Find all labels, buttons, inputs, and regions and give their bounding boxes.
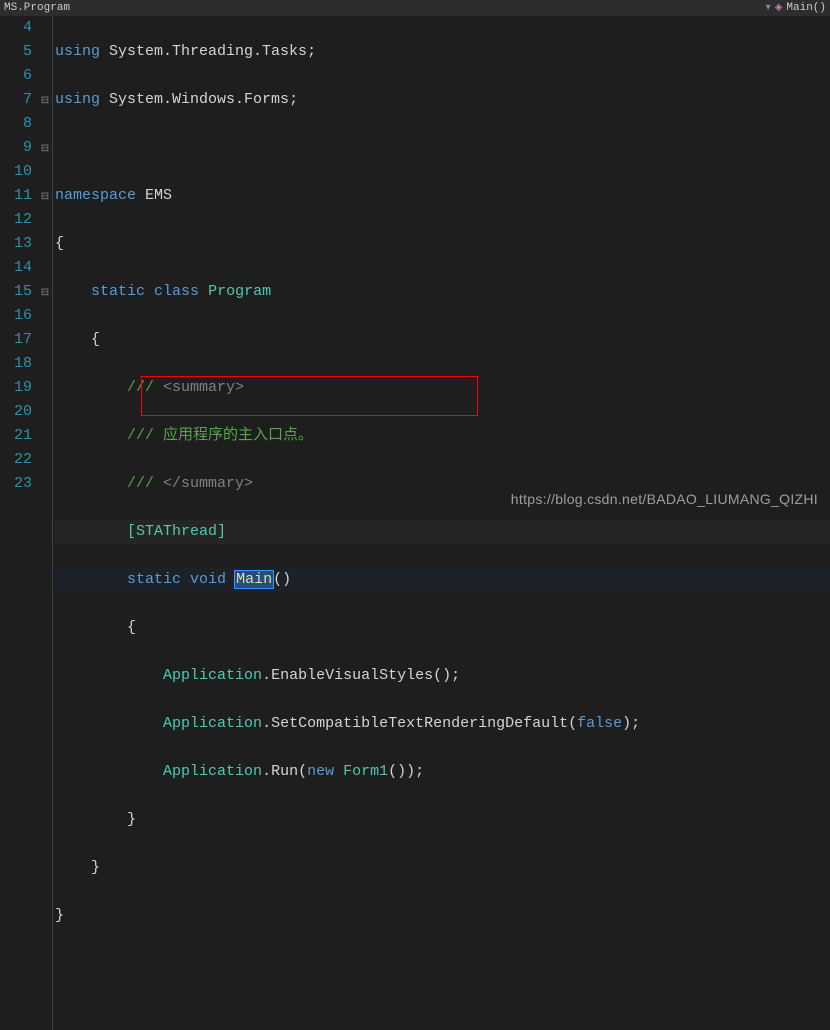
line-number: 13	[0, 232, 32, 256]
code-editor[interactable]: 4567891011121314151617181920212223 using…	[0, 16, 830, 1030]
line-number: 15	[0, 280, 32, 304]
line-number: 20	[0, 400, 32, 424]
line-number: 6	[0, 64, 32, 88]
breadcrumb-left[interactable]: MS.Program	[4, 2, 766, 14]
code-line: Application.EnableVisualStyles();	[55, 664, 830, 688]
line-number: 11	[0, 184, 32, 208]
breadcrumb-namespace: MS.Program	[4, 2, 70, 14]
code-area[interactable]: using System.Threading.Tasks; using Syst…	[52, 16, 830, 1030]
code-line: {	[55, 616, 830, 640]
code-line: /// <summary>	[55, 376, 830, 400]
method-icon: ◈	[775, 2, 783, 14]
breadcrumb-right[interactable]: ▾ ◈ Main()	[766, 2, 826, 14]
line-number: 17	[0, 328, 32, 352]
code-line: namespace EMS	[55, 184, 830, 208]
code-line: static void Main()	[55, 568, 830, 592]
code-line	[55, 952, 830, 976]
breadcrumb-bar: MS.Program ▾ ◈ Main()	[0, 0, 830, 16]
line-number: 14	[0, 256, 32, 280]
line-number: 21	[0, 424, 32, 448]
code-line: static class Program	[55, 280, 830, 304]
code-line: /// 应用程序的主入口点。	[55, 424, 830, 448]
code-line: using System.Windows.Forms;	[55, 88, 830, 112]
line-number: 5	[0, 40, 32, 64]
code-line	[55, 136, 830, 160]
code-line: }	[55, 904, 830, 928]
line-number: 12	[0, 208, 32, 232]
line-number-gutter: 4567891011121314151617181920212223	[0, 16, 38, 1030]
line-number: 7	[0, 88, 32, 112]
code-line: Application.Run(new Form1());	[55, 760, 830, 784]
fold-column	[38, 16, 52, 1030]
chevron-down-icon: ▾	[766, 2, 771, 14]
code-line: using System.Threading.Tasks;	[55, 40, 830, 64]
line-number: 18	[0, 352, 32, 376]
line-number: 4	[0, 16, 32, 40]
line-number: 22	[0, 448, 32, 472]
code-line: {	[55, 232, 830, 256]
breadcrumb-member: Main()	[786, 2, 826, 14]
code-line: }	[55, 856, 830, 880]
line-number: 9	[0, 136, 32, 160]
watermark-text: https://blog.csdn.net/BADAO_LIUMANG_QIZH…	[511, 491, 818, 507]
fold-toggle-icon[interactable]	[38, 184, 52, 208]
selected-text: Main	[234, 570, 274, 589]
fold-toggle-icon[interactable]	[38, 88, 52, 112]
code-line: {	[55, 328, 830, 352]
fold-toggle-icon[interactable]	[38, 136, 52, 160]
code-line: Application.SetCompatibleTextRenderingDe…	[55, 712, 830, 736]
line-number: 16	[0, 304, 32, 328]
fold-toggle-icon[interactable]	[38, 280, 52, 304]
line-number: 8	[0, 112, 32, 136]
code-line: }	[55, 808, 830, 832]
line-number: 19	[0, 376, 32, 400]
code-line: [STAThread]	[55, 520, 830, 544]
line-number: 23	[0, 472, 32, 496]
line-number: 10	[0, 160, 32, 184]
